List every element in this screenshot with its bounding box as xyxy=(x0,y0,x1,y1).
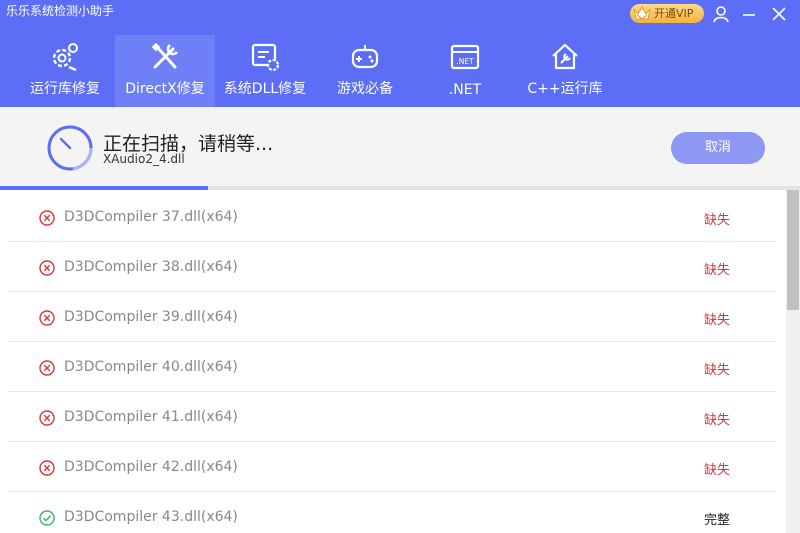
minimize-icon xyxy=(743,14,755,16)
scrollbar-thumb[interactable] xyxy=(787,190,799,310)
error-circle-icon xyxy=(39,210,55,226)
gear-wrench-icon xyxy=(52,43,78,72)
file-name: D3DCompiler 41.dll(x64) xyxy=(64,409,238,425)
tab-system-dll-repair[interactable]: 系统DLL修复 xyxy=(215,35,315,107)
tab-label: .NET xyxy=(448,82,482,98)
scanning-clock-icon xyxy=(47,125,93,171)
title-bar: 乐乐系统检测小助手 开通VIP 运行库修复 DirectX修复 系统DLL修复 … xyxy=(0,0,800,107)
tab-directx-repair[interactable]: DirectX修复 xyxy=(115,35,215,107)
file-status: 缺失 xyxy=(704,213,731,228)
list-item: D3DCompiler 38.dll(x64) 缺失 xyxy=(8,242,776,292)
vip-button[interactable]: 开通VIP xyxy=(630,4,704,23)
tab-label: 运行库修复 xyxy=(30,81,100,97)
vip-label: 开通VIP xyxy=(654,7,694,20)
error-circle-icon xyxy=(39,410,55,426)
list-item: D3DCompiler 42.dll(x64) 缺失 xyxy=(8,442,776,492)
tab-cpp-runtime[interactable]: C++运行库 xyxy=(515,35,615,107)
current-file-text: XAudio2_4.dll xyxy=(103,152,185,166)
file-name: D3DCompiler 39.dll(x64) xyxy=(64,309,238,325)
file-status: 缺失 xyxy=(704,363,731,378)
svg-text:.NET: .NET xyxy=(456,57,474,66)
scan-panel: 正在扫描，请稍等... XAudio2_4.dll 取消 xyxy=(0,107,800,188)
list-item: D3DCompiler 43.dll(x64) 完整 xyxy=(8,492,776,533)
check-circle-icon xyxy=(39,510,55,526)
tab-dotnet[interactable]: .NET .NET xyxy=(415,35,515,107)
close-button[interactable] xyxy=(767,2,791,26)
tab-game-essentials[interactable]: 游戏必备 xyxy=(315,35,415,107)
list-item: D3DCompiler 41.dll(x64) 缺失 xyxy=(8,392,776,442)
error-circle-icon xyxy=(39,260,55,276)
error-circle-icon xyxy=(39,310,55,326)
cancel-button[interactable]: 取消 xyxy=(671,132,765,164)
app-title: 乐乐系统检测小助手 xyxy=(6,4,115,18)
error-circle-icon xyxy=(39,360,55,376)
list-item: D3DCompiler 40.dll(x64) 缺失 xyxy=(8,342,776,392)
file-status: 缺失 xyxy=(704,413,731,428)
scan-result-list: D3DCompiler 37.dll(x64) 缺失 D3DCompiler 3… xyxy=(0,190,786,533)
tab-label: C++运行库 xyxy=(527,81,603,97)
user-icon xyxy=(713,6,729,23)
close-icon xyxy=(772,7,786,21)
error-circle-icon xyxy=(39,460,55,476)
file-status: 缺失 xyxy=(704,313,731,328)
file-name: D3DCompiler 38.dll(x64) xyxy=(64,259,238,275)
gamepad-icon xyxy=(351,45,379,69)
minimize-button[interactable] xyxy=(737,2,761,26)
tab-runtime-repair[interactable]: 运行库修复 xyxy=(15,35,115,107)
dotnet-window-icon: .NET xyxy=(450,44,480,70)
file-status: 缺失 xyxy=(704,463,731,478)
file-name: D3DCompiler 43.dll(x64) xyxy=(64,509,238,525)
file-status: 缺失 xyxy=(704,263,731,278)
file-status: 完整 xyxy=(704,513,731,528)
tab-label: 游戏必备 xyxy=(337,81,393,97)
list-item: D3DCompiler 39.dll(x64) 缺失 xyxy=(8,292,776,342)
list-item: D3DCompiler 37.dll(x64) 缺失 xyxy=(8,192,776,242)
user-button[interactable] xyxy=(709,2,733,26)
tools-cross-icon xyxy=(151,42,179,69)
house-wrench-icon xyxy=(552,43,578,70)
file-name: D3DCompiler 42.dll(x64) xyxy=(64,459,238,475)
list-scrollbar[interactable] xyxy=(786,190,800,533)
tab-label: 系统DLL修复 xyxy=(223,81,307,97)
file-name: D3DCompiler 40.dll(x64) xyxy=(64,359,238,375)
tab-label: DirectX修复 xyxy=(125,81,205,97)
file-name: D3DCompiler 37.dll(x64) xyxy=(64,209,238,225)
document-gear-icon xyxy=(251,43,280,72)
crown-icon xyxy=(633,5,651,20)
